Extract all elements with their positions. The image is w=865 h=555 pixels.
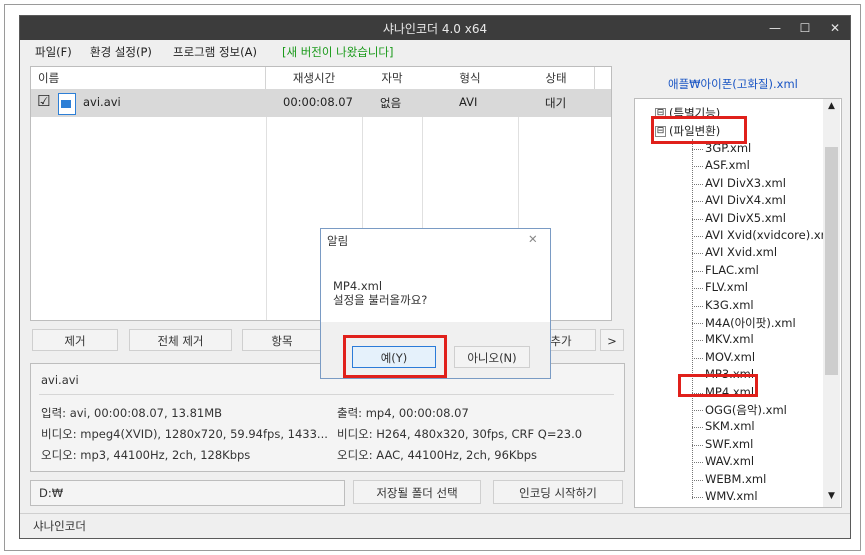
row-checkbox[interactable]: ☑: [37, 92, 50, 110]
info-filename: avi.avi: [41, 373, 79, 387]
row-subtitle: 없음: [380, 96, 402, 110]
table-row[interactable]: ☑ avi.avi 00:00:08.07 없음 AVI 대기: [31, 89, 611, 117]
tree-connector: [692, 479, 703, 481]
info-input: 입력: avi, 00:00:08.07, 13.81MB: [41, 406, 223, 420]
tree-connector: [692, 323, 703, 324]
highlight-convert-folder: [651, 116, 747, 144]
remove-all-button[interactable]: 전체 제거: [129, 329, 232, 351]
dialog-message-question: 설정을 불러올까요?: [333, 293, 428, 307]
menu-file[interactable]: 파일(F): [35, 44, 72, 60]
preset-path[interactable]: 애플₩아이폰(고화질).xml: [668, 76, 798, 92]
column-header-subtitle[interactable]: 자막: [362, 67, 423, 89]
tree-scrollbar[interactable]: ▲ ▼: [823, 99, 840, 507]
tree-connector: [692, 340, 703, 342]
dialog-message-file: MP4.xml: [333, 279, 383, 293]
menu-about[interactable]: 프로그램 정보(A): [173, 44, 257, 60]
tree-connector: [692, 444, 703, 446]
tree-connector: [692, 201, 703, 203]
tree-connector: [692, 183, 703, 185]
info-output-audio: 오디오: AAC, 44100Hz, 2ch, 96Kbps: [337, 448, 538, 462]
output-folder-field[interactable]: D:₩: [30, 480, 345, 506]
window-title: 샤나인코더 4.0 x64: [382, 22, 488, 36]
scroll-down-icon[interactable]: ▼: [823, 491, 840, 501]
tree-item-preset[interactable]: AVI Xvid(xvidcore).xml: [705, 228, 835, 242]
dialog-title-bar: 알림 ✕: [321, 229, 550, 251]
dialog-title: 알림: [327, 234, 349, 248]
tree-connector: [692, 357, 703, 359]
tree-item-preset[interactable]: MKV.xml: [705, 332, 754, 346]
tree-connector: [692, 253, 703, 255]
item-button[interactable]: 항목: [242, 329, 322, 351]
row-duration: 00:00:08.07: [283, 95, 353, 109]
scroll-thumb[interactable]: [825, 147, 838, 375]
tree-connector: [692, 270, 703, 272]
minimize-button[interactable]: —: [760, 16, 790, 40]
tree-item-preset[interactable]: MOV.xml: [705, 350, 755, 364]
tree-item-preset[interactable]: FLV.xml: [705, 280, 748, 294]
info-output-video: 비디오: H264, 480x320, 30fps, CRF Q=23.0: [337, 427, 583, 441]
highlight-yes-button: [343, 335, 447, 378]
tree-item-preset[interactable]: AVI DivX3.xml: [705, 176, 786, 190]
tree-item-preset[interactable]: M4A(아이팟).xml: [705, 315, 796, 331]
tree-item-preset[interactable]: OGG(음악).xml: [705, 402, 787, 418]
select-folder-button[interactable]: 저장될 폴더 선택: [353, 480, 481, 504]
title-bar: 샤나인코더 4.0 x64 — ☐ ✕: [20, 16, 850, 40]
column-header-status[interactable]: 상태: [518, 67, 595, 89]
status-text: 샤나인코더: [33, 519, 86, 533]
tree-item-preset[interactable]: SKM.xml: [705, 419, 755, 433]
tree-item-preset[interactable]: WAV.xml: [705, 454, 754, 468]
column-header-name[interactable]: 이름: [31, 67, 266, 89]
tree-item-preset[interactable]: AVI DivX5.xml: [705, 211, 786, 225]
preset-tree: ⊟ (특별기능) ⊟ (파일변환) 3GP.xml ASF.xml AVI DivX…: [634, 98, 842, 508]
tree-connector: [692, 218, 703, 220]
highlight-mp4-preset: [678, 374, 758, 397]
info-input-audio: 오디오: mp3, 44100Hz, 2ch, 128Kbps: [41, 448, 251, 462]
tree-item-preset[interactable]: AVI DivX4.xml: [705, 193, 786, 207]
tree-connector: [692, 462, 703, 464]
tree-connector: [692, 497, 703, 498]
tree-item-preset[interactable]: WMV.xml: [705, 489, 758, 503]
start-encoding-button[interactable]: 인코딩 시작하기: [493, 480, 623, 504]
tree-connector: [692, 166, 703, 168]
tree-connector: [692, 305, 703, 307]
more-button[interactable]: >: [600, 329, 624, 351]
row-format: AVI: [459, 95, 478, 109]
tree-item-preset[interactable]: SWF.xml: [705, 437, 753, 451]
info-output: 출력: mp4, 00:00:08.07: [337, 406, 469, 420]
no-button[interactable]: 아니오(N): [454, 346, 530, 368]
tree-connector: [692, 427, 703, 429]
tree-item-preset[interactable]: ASF.xml: [705, 158, 750, 172]
menu-bar: 파일(F) 환경 설정(P) 프로그램 정보(A) [새 버전이 나왔습니다]: [20, 40, 850, 62]
info-input-video: 비디오: mpeg4(XVID), 1280x720, 59.94fps, 14…: [41, 427, 328, 441]
output-folder-value: D:₩: [39, 486, 64, 500]
status-bar: 샤나인코더: [20, 513, 850, 539]
column-header-format[interactable]: 형식: [422, 67, 519, 89]
tree-connector: [692, 410, 703, 411]
column-header-duration[interactable]: 재생시간: [266, 67, 363, 89]
remove-button[interactable]: 제거: [32, 329, 118, 351]
new-version-link[interactable]: [새 버전이 나왔습니다]: [282, 44, 394, 60]
tree-item-preset[interactable]: AVI Xvid.xml: [705, 245, 777, 259]
menu-settings[interactable]: 환경 설정(P): [90, 44, 152, 60]
scroll-up-icon[interactable]: ▲: [823, 101, 840, 111]
tree-connector: [692, 149, 703, 150]
confirm-dialog: 알림 ✕ MP4.xml 설정을 불러올까요? 예(Y) 아니오(N): [320, 228, 551, 379]
tree-item-preset[interactable]: FLAC.xml: [705, 263, 759, 277]
tree-connector: [692, 288, 703, 290]
tree-item-preset[interactable]: WEBM.xml: [705, 472, 766, 486]
tree-item-preset[interactable]: K3G.xml: [705, 298, 754, 312]
file-info-panel: avi.avi 입력: avi, 00:00:08.07, 13.81MB 비디…: [30, 363, 625, 472]
close-button[interactable]: ✕: [820, 16, 850, 40]
video-file-icon: [58, 93, 76, 115]
tree-connector: [692, 236, 703, 237]
maximize-button[interactable]: ☐: [790, 16, 820, 40]
row-filename: avi.avi: [83, 95, 121, 109]
dialog-close-button[interactable]: ✕: [528, 232, 538, 246]
row-status: 대기: [545, 96, 567, 110]
